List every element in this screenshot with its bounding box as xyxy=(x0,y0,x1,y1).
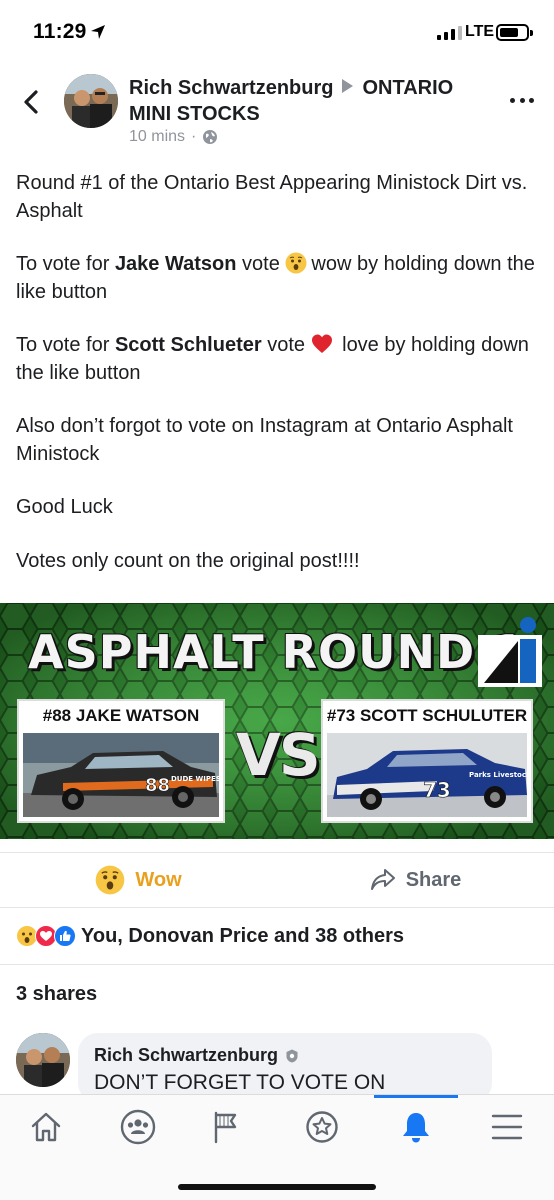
right-contender-panel: #73 SCOTT SCHULUTER 73 Parks Livestock xyxy=(321,699,533,823)
badge-icon[interactable] xyxy=(302,1109,342,1145)
location-arrow-icon xyxy=(91,25,105,39)
status-bar: 11:29 LTE xyxy=(0,0,554,66)
wow-reaction-button[interactable]: Wow xyxy=(0,853,277,907)
post-paragraph-love: To vote for Scott Schlueter vote love by… xyxy=(16,334,529,384)
left-car-photo: 88 DUDE WIPES xyxy=(23,733,219,817)
right-car-photo: 73 Parks Livestock xyxy=(327,733,527,817)
reactions-summary[interactable]: You, Donovan Price and 38 others xyxy=(0,908,554,965)
author-avatar[interactable] xyxy=(64,74,118,128)
post-paragraph: Good Luck xyxy=(16,496,113,518)
left-contender-panel: #88 JAKE WATSON 88 DUDE WIPES xyxy=(17,699,225,823)
author-name[interactable]: Rich Schwartzenburg xyxy=(129,77,333,99)
notifications-bell-icon[interactable] xyxy=(396,1109,436,1145)
comment-text: DON’T FORGET TO VOTE ON xyxy=(94,1071,386,1094)
status-time: 11:29 xyxy=(33,20,87,43)
globe-icon xyxy=(203,130,218,144)
groups-icon[interactable] xyxy=(118,1109,158,1145)
post-timestamp[interactable]: 10 mins xyxy=(129,128,185,146)
share-label: Share xyxy=(405,868,462,891)
reaction-icons xyxy=(16,925,76,947)
post-meta: 10 mins · xyxy=(129,128,218,146)
like-reaction-icon xyxy=(54,925,76,947)
back-chevron-icon[interactable] xyxy=(18,88,46,116)
comment-author[interactable]: Rich Schwartzenburg xyxy=(94,1045,278,1066)
post-image[interactable]: ASPHALT ROUND 1 #88 JAKE WATSON 88 DUDE … xyxy=(0,603,554,839)
left-car-number: 88 xyxy=(145,775,170,796)
admin-badge-icon xyxy=(286,1049,298,1062)
right-contender-label: #73 SCOTT SCHULUTER xyxy=(326,706,528,725)
home-indicator[interactable] xyxy=(178,1184,376,1190)
home-icon[interactable] xyxy=(26,1109,66,1145)
series-logo-icon xyxy=(478,617,542,687)
wow-emoji-icon xyxy=(285,252,307,274)
candidate-jake: Jake Watson xyxy=(114,253,237,275)
versus-label: VS xyxy=(236,721,321,789)
post-paragraph: Also don’t forgot to vote on Instagram a… xyxy=(16,415,513,465)
wow-label: Wow xyxy=(135,868,182,891)
right-car-number: 73 xyxy=(423,778,451,802)
comment-item: Rich Schwartzenburg DON’T FORGET TO VOTE… xyxy=(0,1033,554,1103)
active-tab-indicator xyxy=(374,1095,458,1098)
shares-count[interactable]: 3 shares xyxy=(16,983,97,1006)
post-paragraph: Votes only count on the original post!!!… xyxy=(16,549,360,572)
candidate-scott: Scott Schlueter xyxy=(114,334,262,356)
more-options-icon[interactable] xyxy=(510,98,534,106)
heart-emoji-icon xyxy=(311,334,332,353)
signal-strength-icon xyxy=(437,26,462,40)
left-contender-label: #88 JAKE WATSON xyxy=(42,706,200,725)
network-label: LTE xyxy=(465,23,495,40)
right-car-sponsor: Parks Livestock xyxy=(469,771,527,779)
graphic-title: ASPHALT ROUND 1 xyxy=(28,625,526,679)
meta-separator: · xyxy=(191,128,197,145)
arrow-right-icon xyxy=(342,79,354,93)
post-paragraph: Round #1 of the Ontario Best Appearing M… xyxy=(16,172,528,222)
comment-author-row: Rich Schwartzenburg xyxy=(94,1045,299,1066)
post-header: Rich Schwartzenburg ONTARIO MINI STOCKS 1… xyxy=(0,66,554,156)
reactions-text: You, Donovan Price and 38 others xyxy=(81,924,405,947)
post-body: Round #1 of the Ontario Best Appearing M… xyxy=(16,170,536,601)
comment-bubble[interactable]: Rich Schwartzenburg DON’T FORGET TO VOTE… xyxy=(78,1033,492,1103)
post-paragraph-wow: To vote for Jake Watson vote wow by hold… xyxy=(16,252,535,303)
commenter-avatar[interactable] xyxy=(16,1033,70,1087)
post-action-bar: Wow Share xyxy=(0,852,554,908)
wow-emoji-icon xyxy=(96,865,125,895)
post-author-line: Rich Schwartzenburg ONTARIO MINI STOCKS xyxy=(129,75,499,127)
share-button[interactable]: Share xyxy=(277,853,554,907)
menu-icon[interactable] xyxy=(487,1109,527,1145)
left-car-sponsor: DUDE WIPES xyxy=(171,775,219,783)
pages-flag-icon[interactable] xyxy=(205,1109,245,1145)
share-arrow-icon xyxy=(370,869,395,890)
battery-icon xyxy=(496,24,533,41)
